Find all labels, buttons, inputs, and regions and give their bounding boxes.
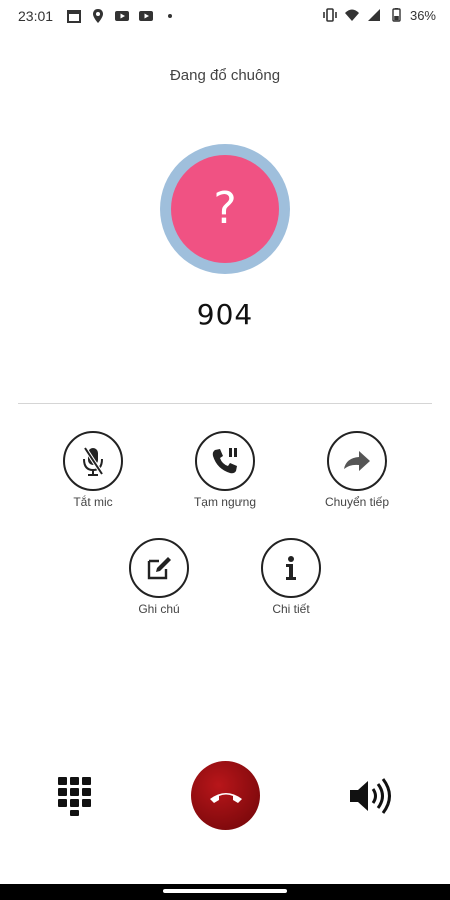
caller-avatar: ? xyxy=(160,144,290,274)
speaker-icon xyxy=(350,778,391,814)
forward-label: Chuyển tiếp xyxy=(324,495,390,509)
mute-button[interactable]: Tắt mic xyxy=(38,431,148,509)
youtube-icon xyxy=(115,11,129,21)
end-call-icon xyxy=(209,792,242,803)
status-bar: 23:01 36% xyxy=(0,0,450,32)
calendar-icon xyxy=(67,10,81,23)
dialpad-icon xyxy=(58,777,91,816)
notification-icons xyxy=(66,8,178,24)
battery-percent: 36% xyxy=(409,7,436,23)
hold-circle[interactable] xyxy=(195,431,255,491)
home-handle[interactable] xyxy=(163,889,287,893)
note-circle[interactable] xyxy=(129,538,189,598)
dialpad-button[interactable] xyxy=(57,776,97,821)
forward-arrow-icon xyxy=(344,451,370,471)
caller-number: 904 xyxy=(196,298,254,331)
hold-button[interactable]: Tạm ngưng xyxy=(170,431,280,509)
details-button[interactable]: Chi tiết xyxy=(236,538,346,616)
details-circle[interactable] xyxy=(261,538,321,598)
note-edit-icon xyxy=(147,557,171,580)
speaker-button[interactable] xyxy=(348,776,398,821)
call-status: Đang đổ chuông xyxy=(169,67,281,84)
system-icons: 36% xyxy=(322,7,436,23)
youtube-icon xyxy=(139,11,153,21)
hold-label: Tạm ngưng xyxy=(193,495,257,509)
divider xyxy=(18,403,432,404)
forward-button[interactable]: Chuyển tiếp xyxy=(302,431,412,509)
maps-icon xyxy=(93,9,103,23)
forward-circle[interactable] xyxy=(327,431,387,491)
mute-circle[interactable] xyxy=(63,431,123,491)
vibrate-icon xyxy=(323,8,337,22)
unknown-caller-icon: ? xyxy=(213,183,237,234)
dot-icon xyxy=(168,14,172,18)
end-call-button[interactable] xyxy=(191,761,260,830)
status-time: 23:01 xyxy=(18,8,54,24)
phone-pause-icon xyxy=(212,448,237,474)
info-icon xyxy=(286,556,296,580)
navigation-bar xyxy=(0,884,450,900)
wifi-icon xyxy=(344,9,359,21)
mute-label: Tắt mic xyxy=(73,495,113,509)
details-label: Chi tiết xyxy=(272,602,310,616)
avatar-fill: ? xyxy=(171,155,279,263)
mic-off-icon xyxy=(83,446,104,476)
battery-icon xyxy=(392,8,401,22)
note-button[interactable]: Ghi chú xyxy=(104,538,214,616)
note-label: Ghi chú xyxy=(138,602,180,616)
signal-icon xyxy=(367,9,380,21)
